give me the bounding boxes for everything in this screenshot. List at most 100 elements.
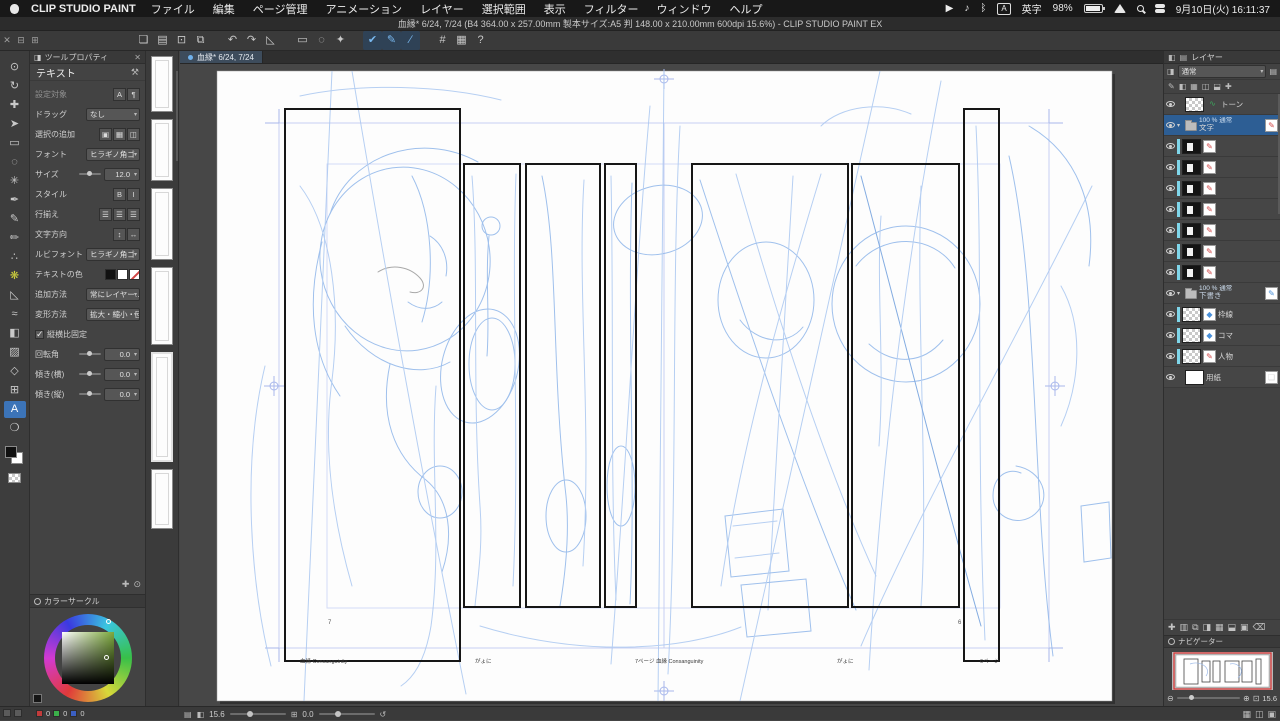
layer-thumbnail[interactable] (1182, 307, 1201, 322)
size-value[interactable]: 12.0 (104, 168, 140, 181)
ime-badge-icon[interactable]: A (997, 3, 1010, 15)
figure-tool[interactable]: ◇ (4, 363, 26, 380)
lock-transparent-icon[interactable]: ◧ (1179, 82, 1187, 91)
fit-screen-icon[interactable]: ▤ (184, 710, 192, 719)
brush-tool[interactable]: ✏ (4, 230, 26, 247)
transform-select[interactable]: 拡大・縮小・回… (86, 308, 140, 321)
layer-row-draft-folder[interactable]: ▾ 100 % 通常 下書き ✎ (1164, 283, 1280, 304)
eraser-tool[interactable]: ◺ (4, 287, 26, 304)
skew-v-slider[interactable] (79, 393, 101, 395)
grid-button[interactable]: # (433, 31, 452, 50)
layer-thumbnail[interactable] (1182, 328, 1201, 343)
menu-window[interactable]: ウィンドウ (648, 1, 721, 17)
panel-close-icon[interactable]: ✕ (134, 53, 141, 62)
window-zoom-icon[interactable]: ⊞ (28, 35, 42, 46)
pen-tool[interactable]: ✒ (4, 192, 26, 209)
wifi-icon[interactable] (1114, 4, 1126, 13)
menu-layer[interactable]: レイヤー (411, 1, 473, 17)
drag-select[interactable]: なし (86, 108, 140, 121)
tool-property-title[interactable]: ツールプロパティ (45, 52, 109, 63)
fullscreen-icon[interactable]: ▣ (1267, 709, 1276, 720)
lock-layer-icon[interactable]: ✎ (1168, 82, 1175, 91)
operate-tool[interactable]: ➤ (4, 116, 26, 133)
new-folder-icon[interactable]: ▥ (1180, 622, 1189, 633)
style-italic-button[interactable]: I (127, 188, 140, 201)
layer-thumbnail[interactable] (1185, 97, 1204, 112)
menu-animation[interactable]: アニメーション (317, 1, 412, 17)
main-color-swatch[interactable] (5, 446, 17, 458)
rotation-slider[interactable] (79, 353, 101, 355)
selection-add-icon-3[interactable]: ◫ (127, 128, 140, 141)
visibility-eye-icon[interactable] (1166, 122, 1175, 128)
snap-toggle-button[interactable]: ✔ (363, 31, 382, 50)
move-tool[interactable]: ✚ (4, 97, 26, 114)
visibility-eye-icon[interactable] (1166, 353, 1175, 359)
layer-thumbnail[interactable] (1182, 181, 1201, 196)
select-area-tool[interactable]: ▭ (4, 135, 26, 152)
font-select[interactable]: ヒラギノ角ゴ (86, 148, 140, 161)
visibility-eye-icon[interactable] (1166, 206, 1175, 212)
menu-filter[interactable]: フィルター (575, 1, 648, 17)
layer-thumbnail[interactable] (1182, 349, 1201, 364)
select-rect-button[interactable]: ▭ (293, 31, 312, 50)
style-bold-button[interactable]: B (113, 188, 126, 201)
zoom-tool[interactable]: ⊙ (4, 59, 26, 76)
add-property-icon[interactable]: ✚ (122, 579, 130, 590)
layer-thumbnail[interactable] (1185, 370, 1204, 385)
selection-add-icon-2[interactable]: ▦ (113, 128, 126, 141)
select-lasso-button[interactable]: ◌ (312, 31, 331, 50)
apply-mask-icon[interactable]: ⬓ (1228, 622, 1237, 633)
apple-menu-icon[interactable] (10, 4, 19, 14)
menu-file[interactable]: ファイル (142, 1, 204, 17)
navigator-title[interactable]: ナビゲーター (1178, 636, 1223, 647)
visibility-eye-icon[interactable] (1166, 332, 1175, 338)
select-invert-button[interactable]: ✦ (331, 31, 350, 50)
text-color-main-chip[interactable] (105, 269, 116, 280)
text-color-sub-chip[interactable] (117, 269, 128, 280)
target-icon-b[interactable]: ¶ (127, 88, 140, 101)
align-center-button[interactable]: ☰ (113, 208, 126, 221)
align-right-button[interactable]: ☰ (127, 208, 140, 221)
layer-thumbnail[interactable] (1182, 202, 1201, 217)
canvas-viewport[interactable]: 血縁 Consanguinity がょに 7ページ 血縁 Consanguini… (180, 64, 1163, 706)
zoom-slider[interactable] (230, 713, 286, 715)
skew-v-value[interactable]: 0.0 (104, 388, 140, 401)
undo-button[interactable]: ↶ (223, 31, 242, 50)
layer-row[interactable]: ✎ (1164, 136, 1280, 157)
nav-fit-icon[interactable]: ⊡ (1253, 694, 1260, 703)
panel-layout-icon[interactable]: ◫ (1255, 709, 1264, 720)
target-icon-a[interactable]: A (113, 88, 126, 101)
menu-bar-clock[interactable]: 9月10日(火) 16:11:37 (1176, 1, 1270, 16)
gradient-tool[interactable]: ▨ (4, 344, 26, 361)
two-pane-icon[interactable]: ▣ (1240, 622, 1249, 633)
visibility-eye-icon[interactable] (1166, 290, 1175, 296)
swatch-chip-icon[interactable] (3, 709, 11, 717)
visibility-eye-icon[interactable] (1166, 227, 1175, 233)
play-icon[interactable]: ▶ (946, 3, 954, 14)
add-method-select[interactable]: 常にレイヤー… (86, 288, 140, 301)
layer-row[interactable]: ✎ (1164, 178, 1280, 199)
layer-row-tone[interactable]: ∿ トーン (1164, 94, 1280, 115)
size-slider[interactable] (79, 173, 101, 175)
rotation-slider[interactable] (319, 713, 375, 715)
page-thumbnail[interactable] (151, 56, 173, 112)
airbrush-tool[interactable]: ∴ (4, 249, 26, 266)
transparent-color-swatch[interactable] (8, 473, 21, 483)
layer-property-tab-icon[interactable]: ▤ (1180, 53, 1188, 62)
window-minimize-icon[interactable]: ⊟ (14, 35, 28, 46)
main-sub-color-swatches[interactable] (5, 446, 25, 467)
menu-page[interactable]: ページ管理 (244, 1, 317, 17)
print-button[interactable]: ⧉ (191, 31, 210, 50)
mask-icon[interactable]: ▦ (1190, 82, 1198, 91)
pencil-tool[interactable]: ✎ (4, 211, 26, 228)
layer-row[interactable]: ✎ (1164, 157, 1280, 178)
lasso-tool[interactable]: ◌ (4, 154, 26, 171)
layer-thumbnail[interactable] (1182, 265, 1201, 280)
visibility-eye-icon[interactable] (1166, 143, 1175, 149)
zoom-reset-icon[interactable]: ⊞ (291, 710, 298, 719)
layer-thumbnail[interactable] (1182, 160, 1201, 175)
save-button[interactable]: ⊡ (172, 31, 191, 50)
sv-cursor[interactable] (104, 655, 109, 660)
new-file-button[interactable]: ❏ (134, 31, 153, 50)
visibility-eye-icon[interactable] (1166, 311, 1175, 317)
